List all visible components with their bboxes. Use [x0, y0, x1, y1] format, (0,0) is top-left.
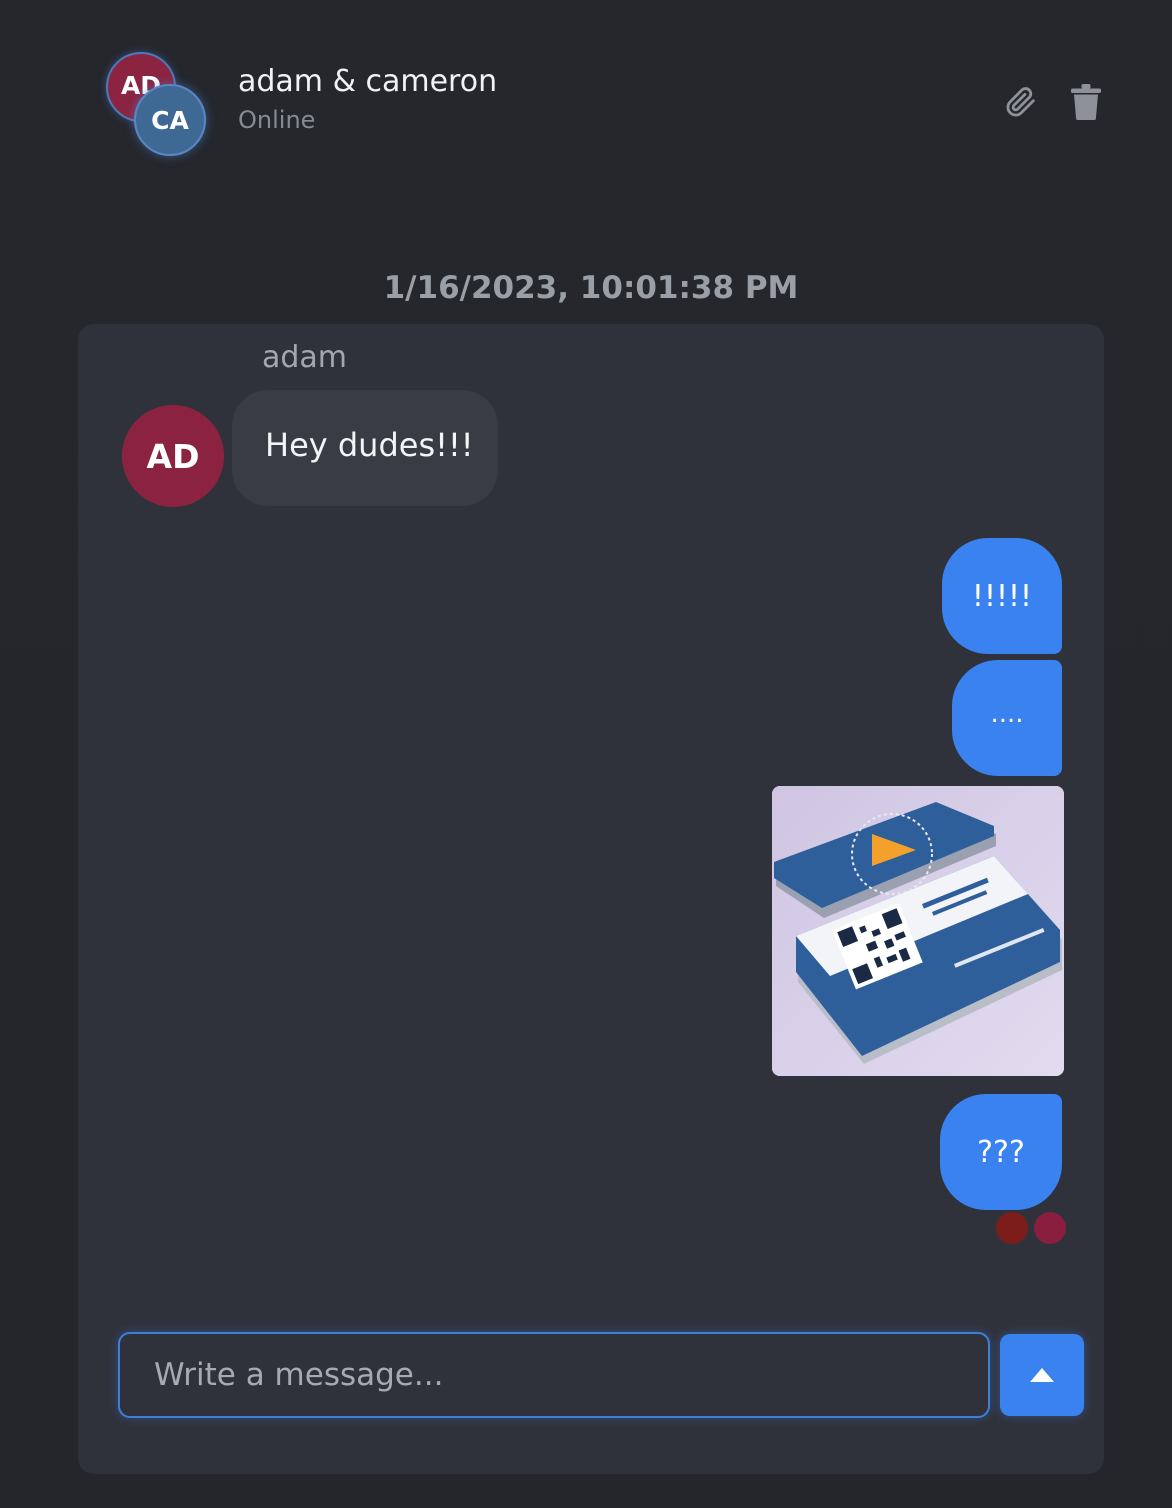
outgoing-message-bubble[interactable]: ??? — [940, 1094, 1062, 1210]
avatar-cameron: CA — [134, 84, 206, 156]
chat-title: adam & cameron — [238, 64, 498, 99]
caret-up-icon — [1030, 1368, 1054, 1382]
outgoing-message-bubble[interactable]: !!!!! — [942, 538, 1062, 654]
chat-app: AD CA adam & cameron Online 1/16/2023, 1… — [0, 0, 1172, 1508]
sender-avatar: AD — [122, 405, 224, 507]
paperclip-icon — [1006, 87, 1035, 117]
chat-status: Online — [238, 106, 316, 134]
delete-chat-button[interactable] — [1064, 80, 1108, 124]
outgoing-message-bubble[interactable]: .... — [952, 660, 1062, 776]
message-timestamp: 1/16/2023, 10:01:38 PM — [383, 270, 799, 306]
chat-header: AD CA adam & cameron Online — [0, 0, 1172, 190]
message-input[interactable] — [118, 1332, 990, 1418]
read-receipt-dot — [1034, 1212, 1066, 1244]
attach-button[interactable] — [998, 80, 1042, 124]
trash-icon — [1071, 84, 1101, 120]
incoming-message-bubble[interactable]: Hey dudes!!! — [232, 390, 498, 506]
sender-name: adam — [262, 340, 348, 375]
business-cards-photo — [772, 786, 1064, 1076]
send-button[interactable] — [1000, 1334, 1084, 1416]
read-receipt-dot — [996, 1212, 1028, 1244]
image-attachment[interactable] — [772, 786, 1064, 1076]
